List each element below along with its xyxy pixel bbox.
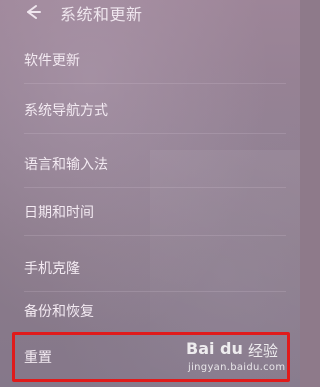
- phone-screen: 系统和更新 软件更新 系统导航方式 语言和输入法 日期和时间 手机克隆 备份和恢…: [0, 0, 300, 387]
- list-item-label: 语言和输入法: [24, 157, 108, 173]
- list-item-label: 软件更新: [24, 53, 80, 69]
- divider: [24, 83, 286, 84]
- settings-list: 软件更新 系统导航方式 语言和输入法 日期和时间 手机克隆 备份和恢复 重置: [0, 0, 300, 387]
- list-item-label: 系统导航方式: [24, 103, 108, 119]
- baidu-logo-text: Bai du: [186, 339, 243, 358]
- divider: [24, 133, 286, 134]
- list-item-label: 备份和恢复: [24, 304, 94, 320]
- watermark-url: jingyan.baidu.com: [188, 362, 286, 373]
- list-item-label: 手机克隆: [24, 261, 80, 277]
- list-item-phone-clone[interactable]: 手机克隆: [0, 244, 300, 292]
- divider: [24, 235, 286, 236]
- list-item-navigation-mode[interactable]: 系统导航方式: [0, 86, 300, 134]
- list-item-date-time[interactable]: 日期和时间: [0, 188, 300, 236]
- list-item-software-update[interactable]: 软件更新: [0, 36, 300, 84]
- list-item-backup-restore[interactable]: 备份和恢复: [0, 287, 300, 335]
- baidu-jingyan-watermark: Bai du 经验 jingyan.baidu.com: [186, 337, 286, 381]
- list-item-label: 日期和时间: [24, 205, 94, 221]
- watermark-brand: 经验: [248, 342, 279, 360]
- baidu-logo: Bai du: [186, 339, 243, 358]
- list-item-language-input[interactable]: 语言和输入法: [0, 140, 300, 188]
